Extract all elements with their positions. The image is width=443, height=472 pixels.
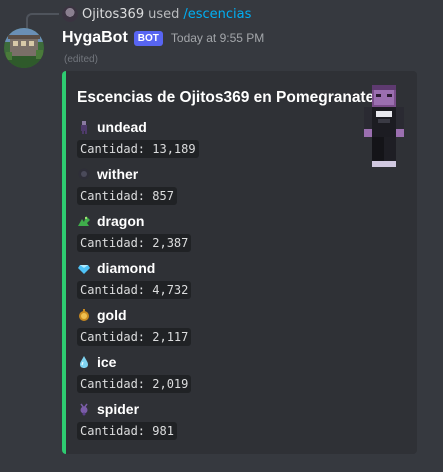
field-dragon: dragon Cantidad: 2,387	[77, 212, 192, 252]
field-value-undead: Cantidad: 13,189	[77, 140, 199, 158]
edited-label: (edited)	[64, 54, 98, 65]
reply-username[interactable]: Ojitos369	[82, 7, 144, 22]
field-name-ice: ice	[97, 354, 117, 370]
field-name-gold: gold	[97, 307, 127, 323]
spider-icon	[80, 403, 88, 416]
field-diamond: diamond Cantidad: 4,732	[77, 259, 192, 299]
reply-user-avatar[interactable]	[62, 6, 78, 22]
field-value-gold: Cantidad: 2,117	[77, 328, 192, 346]
wither-icon	[78, 168, 90, 180]
field-name-diamond: diamond	[97, 260, 156, 276]
field-value-spider: Cantidad: 981	[77, 422, 177, 440]
bot-username[interactable]: HygaBot	[62, 29, 128, 47]
field-wither: wither Cantidad: 857	[77, 165, 177, 205]
dragon-icon	[78, 216, 90, 226]
message-header: HygaBot BOT Today at 9:55 PM	[62, 28, 264, 48]
embed: Escencias de Ojitos369 en Pomegranate un…	[62, 71, 417, 454]
reply-used-text: used	[148, 6, 180, 22]
embed-title: Escencias de Ojitos369 en Pomegranate	[77, 89, 375, 106]
field-value-dragon: Cantidad: 2,387	[77, 234, 192, 252]
skin-thumbnail-icon[interactable]	[362, 85, 406, 169]
message-timestamp[interactable]: Today at 9:55 PM	[171, 31, 264, 45]
field-undead: undead Cantidad: 13,189	[77, 118, 199, 158]
reply-connector	[26, 13, 59, 29]
gold-icon	[79, 309, 89, 321]
chat-message: Ojitos369 used /escencias HygaBot BOT To…	[0, 0, 443, 472]
diamond-icon	[78, 265, 90, 274]
field-name-wither: wither	[97, 166, 139, 182]
undead-icon	[81, 121, 87, 134]
bot-avatar[interactable]	[4, 28, 44, 68]
ice-icon	[80, 356, 88, 368]
field-value-ice: Cantidad: 2,019	[77, 375, 192, 393]
field-ice: ice Cantidad: 2,019	[77, 353, 192, 393]
bot-tag-badge: BOT	[133, 30, 163, 46]
field-value-wither: Cantidad: 857	[77, 187, 177, 205]
field-name-undead: undead	[97, 119, 147, 135]
field-spider: spider Cantidad: 981	[77, 400, 177, 440]
field-gold: gold Cantidad: 2,117	[77, 306, 192, 346]
field-name-spider: spider	[97, 401, 140, 417]
command-reply[interactable]: Ojitos369 used /escencias	[62, 5, 251, 23]
field-value-diamond: Cantidad: 4,732	[77, 281, 192, 299]
field-name-dragon: dragon	[97, 213, 145, 229]
reply-command-link[interactable]: /escencias	[183, 7, 251, 22]
